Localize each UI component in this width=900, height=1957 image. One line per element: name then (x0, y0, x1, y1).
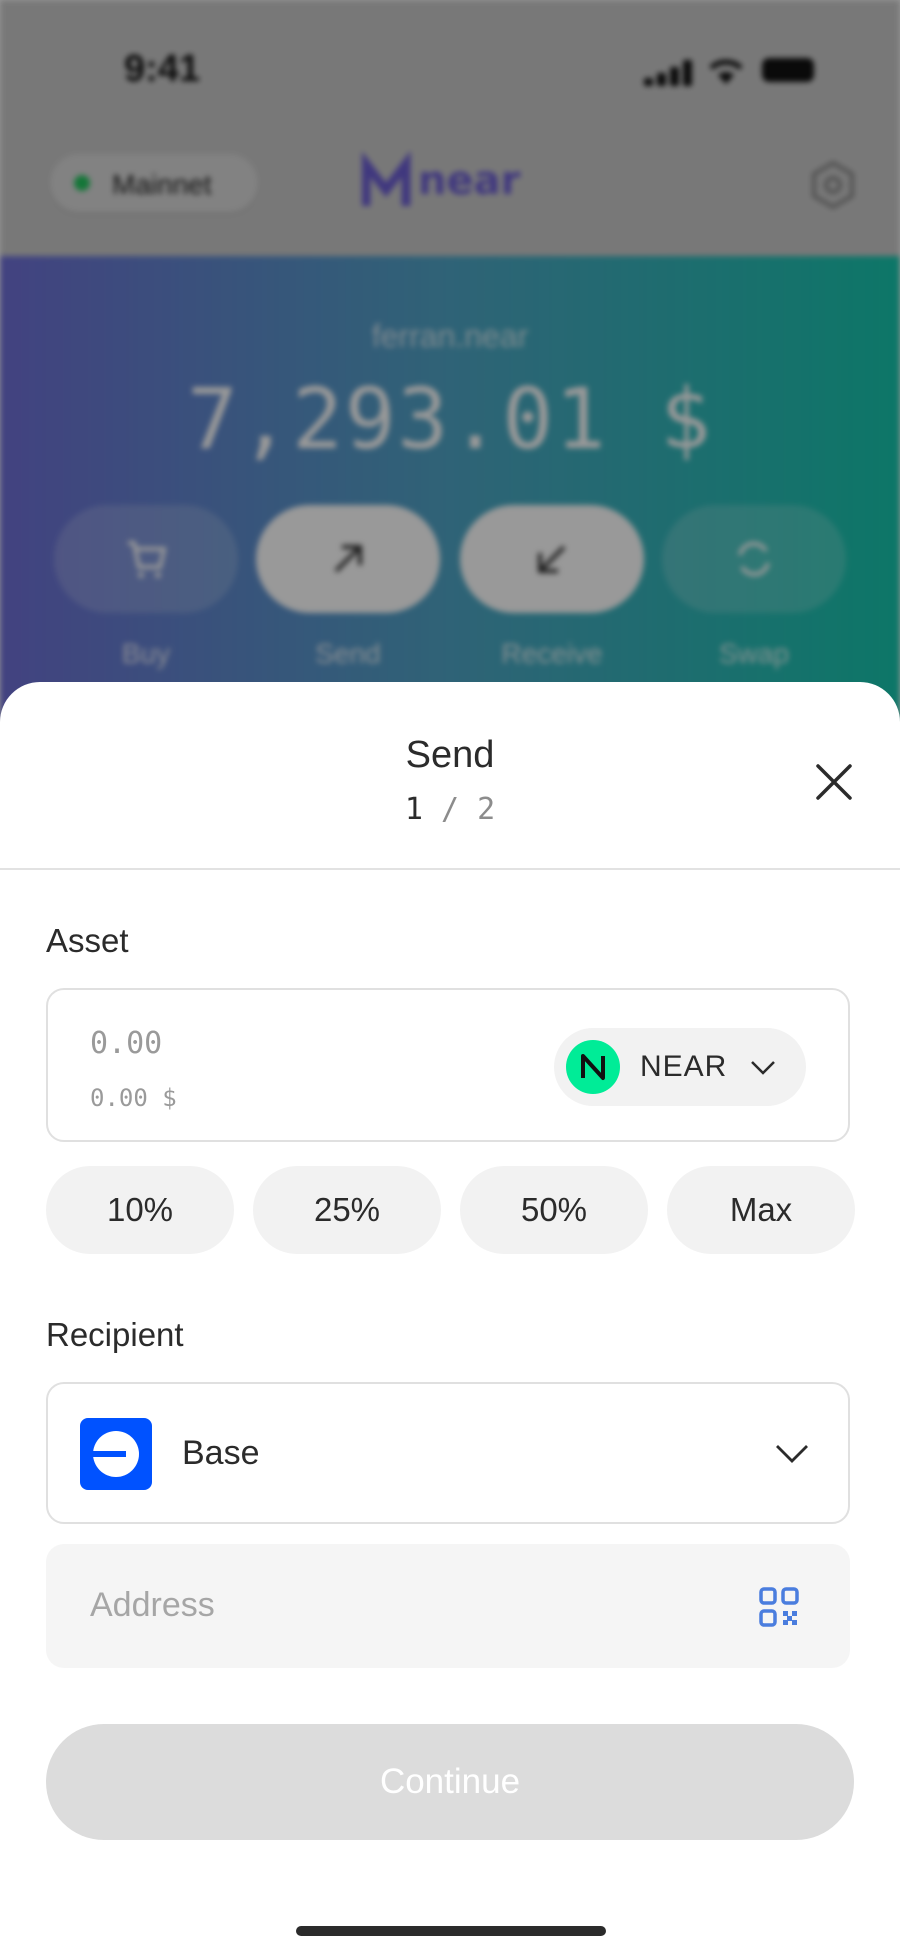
percent-25-button[interactable]: 25% (253, 1166, 441, 1254)
qr-scan-icon[interactable] (758, 1586, 800, 1628)
network-name: Base (182, 1434, 260, 1472)
header-divider (0, 868, 900, 870)
percent-10-button[interactable]: 10% (46, 1166, 234, 1254)
address-field (46, 1544, 850, 1668)
step-indicator: 1 / 2 (0, 792, 900, 827)
recipient-network-select[interactable]: Base (46, 1382, 850, 1524)
address-input[interactable] (90, 1586, 690, 1625)
step-current: 1 (404, 792, 423, 827)
step-separator: / (440, 792, 460, 827)
amount-input[interactable] (90, 1026, 390, 1061)
chevron-down-icon (751, 1061, 775, 1075)
home-indicator (296, 1926, 606, 1936)
continue-button[interactable]: Continue (46, 1724, 854, 1840)
asset-amount-box: 0.00 $ NEAR (46, 988, 850, 1142)
sheet-title: Send (405, 734, 495, 776)
chevron-down-icon (776, 1445, 808, 1463)
send-sheet: Send 1 / 2 Asset 0.00 $ NEAR 10% 25% 50%… (0, 682, 900, 1957)
asset-label: Asset (46, 922, 129, 959)
close-icon[interactable] (806, 754, 862, 810)
token-symbol: NEAR (640, 1050, 728, 1083)
base-network-icon (80, 1418, 152, 1490)
step-total: 2 (477, 792, 496, 827)
near-token-icon (566, 1040, 620, 1094)
token-selector[interactable]: NEAR (554, 1028, 806, 1106)
fiat-value: 0.00 $ (90, 1084, 177, 1112)
recipient-label: Recipient (46, 1316, 184, 1353)
percent-50-button[interactable]: 50% (460, 1166, 648, 1254)
max-button[interactable]: Max (667, 1166, 855, 1254)
